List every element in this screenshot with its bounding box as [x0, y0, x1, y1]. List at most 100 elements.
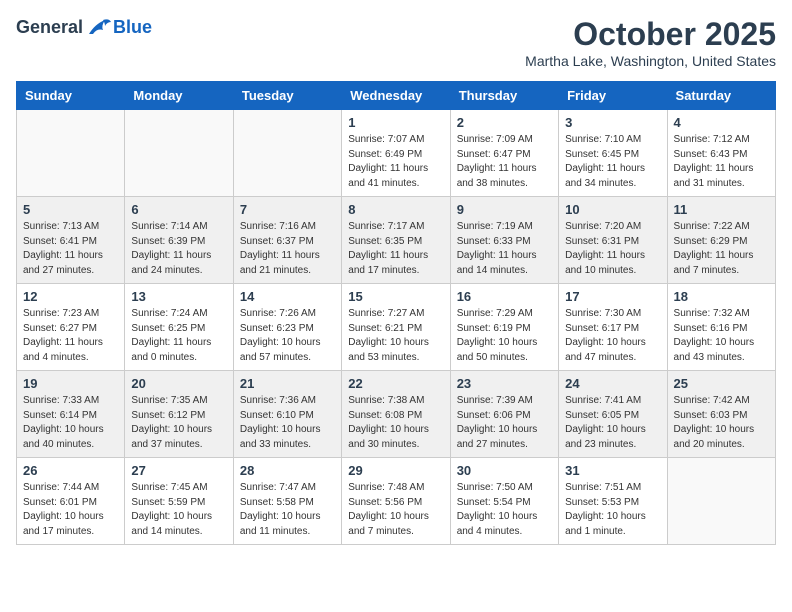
- calendar-day-cell: 1 Sunrise: 7:07 AM Sunset: 6:49 PM Daylig…: [342, 110, 450, 197]
- day-info: Sunrise: 7:45 AM Sunset: 5:59 PM Dayligh…: [131, 481, 226, 539]
- day-info: Sunrise: 7:29 AM Sunset: 6:19 PM Dayligh…: [457, 307, 552, 365]
- calendar-day-cell: 4 Sunrise: 7:12 AM Sunset: 6:43 PM Daylig…: [667, 110, 775, 197]
- calendar-day-cell: [17, 110, 125, 197]
- day-info: Sunrise: 7:13 AM Sunset: 6:41 PM Dayligh…: [23, 220, 118, 278]
- calendar-day-cell: 18 Sunrise: 7:32 AM Sunset: 6:16 PM Dayli…: [667, 284, 775, 371]
- day-info: Sunrise: 7:19 AM Sunset: 6:33 PM Dayligh…: [457, 220, 552, 278]
- calendar-day-cell: 6 Sunrise: 7:14 AM Sunset: 6:39 PM Daylig…: [125, 197, 233, 284]
- day-number: 14: [240, 289, 335, 304]
- day-info: Sunrise: 7:12 AM Sunset: 6:43 PM Dayligh…: [674, 133, 769, 191]
- day-info: Sunrise: 7:32 AM Sunset: 6:16 PM Dayligh…: [674, 307, 769, 365]
- day-number: 25: [674, 376, 769, 391]
- page-header: General Blue October 2025 Martha Lake, W…: [16, 16, 776, 69]
- calendar-day-cell: 17Sunrise: 7:30 AM Sunset: 6:17 PM Dayli…: [559, 284, 667, 371]
- calendar-day-cell: 21 Sunrise: 7:36 AM Sunset: 6:10 PM Dayli…: [233, 371, 341, 458]
- calendar-day-cell: 12 Sunrise: 7:23 AM Sunset: 6:27 PM Dayli…: [17, 284, 125, 371]
- day-info: Sunrise: 7:38 AM Sunset: 6:08 PM Dayligh…: [348, 394, 443, 452]
- day-info: Sunrise: 7:36 AM Sunset: 6:10 PM Dayligh…: [240, 394, 335, 452]
- day-info: Sunrise: 7:16 AM Sunset: 6:37 PM Dayligh…: [240, 220, 335, 278]
- day-info: Sunrise: 7:14 AM Sunset: 6:39 PM Dayligh…: [131, 220, 226, 278]
- day-info: Sunrise: 7:24 AM Sunset: 6:25 PM Dayligh…: [131, 307, 226, 365]
- day-info: Sunrise: 7:41 AM Sunset: 6:05 PM Dayligh…: [565, 394, 660, 452]
- day-info: Sunrise: 7:30 AM Sunset: 6:17 PM Dayligh…: [565, 307, 660, 365]
- day-number: 31: [565, 463, 660, 478]
- calendar-header-thursday: Thursday: [450, 82, 558, 110]
- day-number: 24: [565, 376, 660, 391]
- calendar-day-cell: 24 Sunrise: 7:41 AM Sunset: 6:05 PM Dayli…: [559, 371, 667, 458]
- day-number: 3: [565, 115, 660, 130]
- day-number: 4: [674, 115, 769, 130]
- day-number: 22: [348, 376, 443, 391]
- calendar-header-saturday: Saturday: [667, 82, 775, 110]
- calendar-day-cell: 3 Sunrise: 7:10 AM Sunset: 6:45 PM Daylig…: [559, 110, 667, 197]
- calendar-day-cell: 26 Sunrise: 7:44 AM Sunset: 6:01 PM Dayli…: [17, 458, 125, 545]
- calendar-header-friday: Friday: [559, 82, 667, 110]
- calendar-day-cell: 27 Sunrise: 7:45 AM Sunset: 5:59 PM Dayli…: [125, 458, 233, 545]
- day-info: Sunrise: 7:09 AM Sunset: 6:47 PM Dayligh…: [457, 133, 552, 191]
- calendar-day-cell: 31 Sunrise: 7:51 AM Sunset: 5:53 PM Dayli…: [559, 458, 667, 545]
- day-number: 30: [457, 463, 552, 478]
- day-number: 21: [240, 376, 335, 391]
- calendar-day-cell: 19Sunrise: 7:33 AM Sunset: 6:14 PM Dayli…: [17, 371, 125, 458]
- logo-blue-text: Blue: [113, 17, 152, 38]
- calendar-day-cell: [233, 110, 341, 197]
- calendar-header-row: SundayMondayTuesdayWednesdayThursdayFrid…: [17, 82, 776, 110]
- day-number: 26: [23, 463, 118, 478]
- day-number: 11: [674, 202, 769, 217]
- calendar-day-cell: 7 Sunrise: 7:16 AM Sunset: 6:37 PM Daylig…: [233, 197, 341, 284]
- day-info: Sunrise: 7:44 AM Sunset: 6:01 PM Dayligh…: [23, 481, 118, 539]
- day-number: 6: [131, 202, 226, 217]
- calendar-day-cell: 15Sunrise: 7:27 AM Sunset: 6:21 PM Dayli…: [342, 284, 450, 371]
- day-info: Sunrise: 7:47 AM Sunset: 5:58 PM Dayligh…: [240, 481, 335, 539]
- day-info: Sunrise: 7:22 AM Sunset: 6:29 PM Dayligh…: [674, 220, 769, 278]
- day-number: 27: [131, 463, 226, 478]
- day-number: 18: [674, 289, 769, 304]
- calendar-day-cell: 11 Sunrise: 7:22 AM Sunset: 6:29 PM Dayli…: [667, 197, 775, 284]
- calendar-day-cell: [125, 110, 233, 197]
- calendar-day-cell: 13 Sunrise: 7:24 AM Sunset: 6:25 PM Dayli…: [125, 284, 233, 371]
- calendar-week-row: 26 Sunrise: 7:44 AM Sunset: 6:01 PM Dayli…: [17, 458, 776, 545]
- day-number: 23: [457, 376, 552, 391]
- day-info: Sunrise: 7:42 AM Sunset: 6:03 PM Dayligh…: [674, 394, 769, 452]
- calendar-day-cell: [667, 458, 775, 545]
- day-number: 16: [457, 289, 552, 304]
- calendar-day-cell: 20Sunrise: 7:35 AM Sunset: 6:12 PM Dayli…: [125, 371, 233, 458]
- day-info: Sunrise: 7:23 AM Sunset: 6:27 PM Dayligh…: [23, 307, 118, 365]
- calendar-day-cell: 5Sunrise: 7:13 AM Sunset: 6:41 PM Daylig…: [17, 197, 125, 284]
- day-number: 13: [131, 289, 226, 304]
- day-info: Sunrise: 7:26 AM Sunset: 6:23 PM Dayligh…: [240, 307, 335, 365]
- day-number: 2: [457, 115, 552, 130]
- day-info: Sunrise: 7:17 AM Sunset: 6:35 PM Dayligh…: [348, 220, 443, 278]
- day-number: 7: [240, 202, 335, 217]
- day-info: Sunrise: 7:39 AM Sunset: 6:06 PM Dayligh…: [457, 394, 552, 452]
- day-info: Sunrise: 7:07 AM Sunset: 6:49 PM Dayligh…: [348, 133, 443, 191]
- calendar-week-row: 5Sunrise: 7:13 AM Sunset: 6:41 PM Daylig…: [17, 197, 776, 284]
- calendar-day-cell: 8 Sunrise: 7:17 AM Sunset: 6:35 PM Daylig…: [342, 197, 450, 284]
- logo-bird-icon: [85, 16, 113, 38]
- calendar-day-cell: 16 Sunrise: 7:29 AM Sunset: 6:19 PM Dayli…: [450, 284, 558, 371]
- calendar-day-cell: 22 Sunrise: 7:38 AM Sunset: 6:08 PM Dayli…: [342, 371, 450, 458]
- calendar-week-row: 12 Sunrise: 7:23 AM Sunset: 6:27 PM Dayli…: [17, 284, 776, 371]
- day-info: Sunrise: 7:27 AM Sunset: 6:21 PM Dayligh…: [348, 307, 443, 365]
- calendar-header-monday: Monday: [125, 82, 233, 110]
- calendar-table: SundayMondayTuesdayWednesdayThursdayFrid…: [16, 81, 776, 545]
- calendar-day-cell: 30Sunrise: 7:50 AM Sunset: 5:54 PM Dayli…: [450, 458, 558, 545]
- day-number: 1: [348, 115, 443, 130]
- day-number: 20: [131, 376, 226, 391]
- calendar-week-row: 19Sunrise: 7:33 AM Sunset: 6:14 PM Dayli…: [17, 371, 776, 458]
- day-number: 12: [23, 289, 118, 304]
- logo-general-text: General: [16, 17, 83, 38]
- day-info: Sunrise: 7:48 AM Sunset: 5:56 PM Dayligh…: [348, 481, 443, 539]
- day-info: Sunrise: 7:51 AM Sunset: 5:53 PM Dayligh…: [565, 481, 660, 539]
- calendar-day-cell: 28Sunrise: 7:47 AM Sunset: 5:58 PM Dayli…: [233, 458, 341, 545]
- calendar-day-cell: 25 Sunrise: 7:42 AM Sunset: 6:03 PM Dayli…: [667, 371, 775, 458]
- calendar-week-row: 1 Sunrise: 7:07 AM Sunset: 6:49 PM Daylig…: [17, 110, 776, 197]
- calendar-day-cell: 23 Sunrise: 7:39 AM Sunset: 6:06 PM Dayli…: [450, 371, 558, 458]
- calendar-header-wednesday: Wednesday: [342, 82, 450, 110]
- day-number: 8: [348, 202, 443, 217]
- day-info: Sunrise: 7:20 AM Sunset: 6:31 PM Dayligh…: [565, 220, 660, 278]
- location-text: Martha Lake, Washington, United States: [525, 53, 776, 69]
- calendar-day-cell: 14 Sunrise: 7:26 AM Sunset: 6:23 PM Dayli…: [233, 284, 341, 371]
- day-info: Sunrise: 7:10 AM Sunset: 6:45 PM Dayligh…: [565, 133, 660, 191]
- day-number: 10: [565, 202, 660, 217]
